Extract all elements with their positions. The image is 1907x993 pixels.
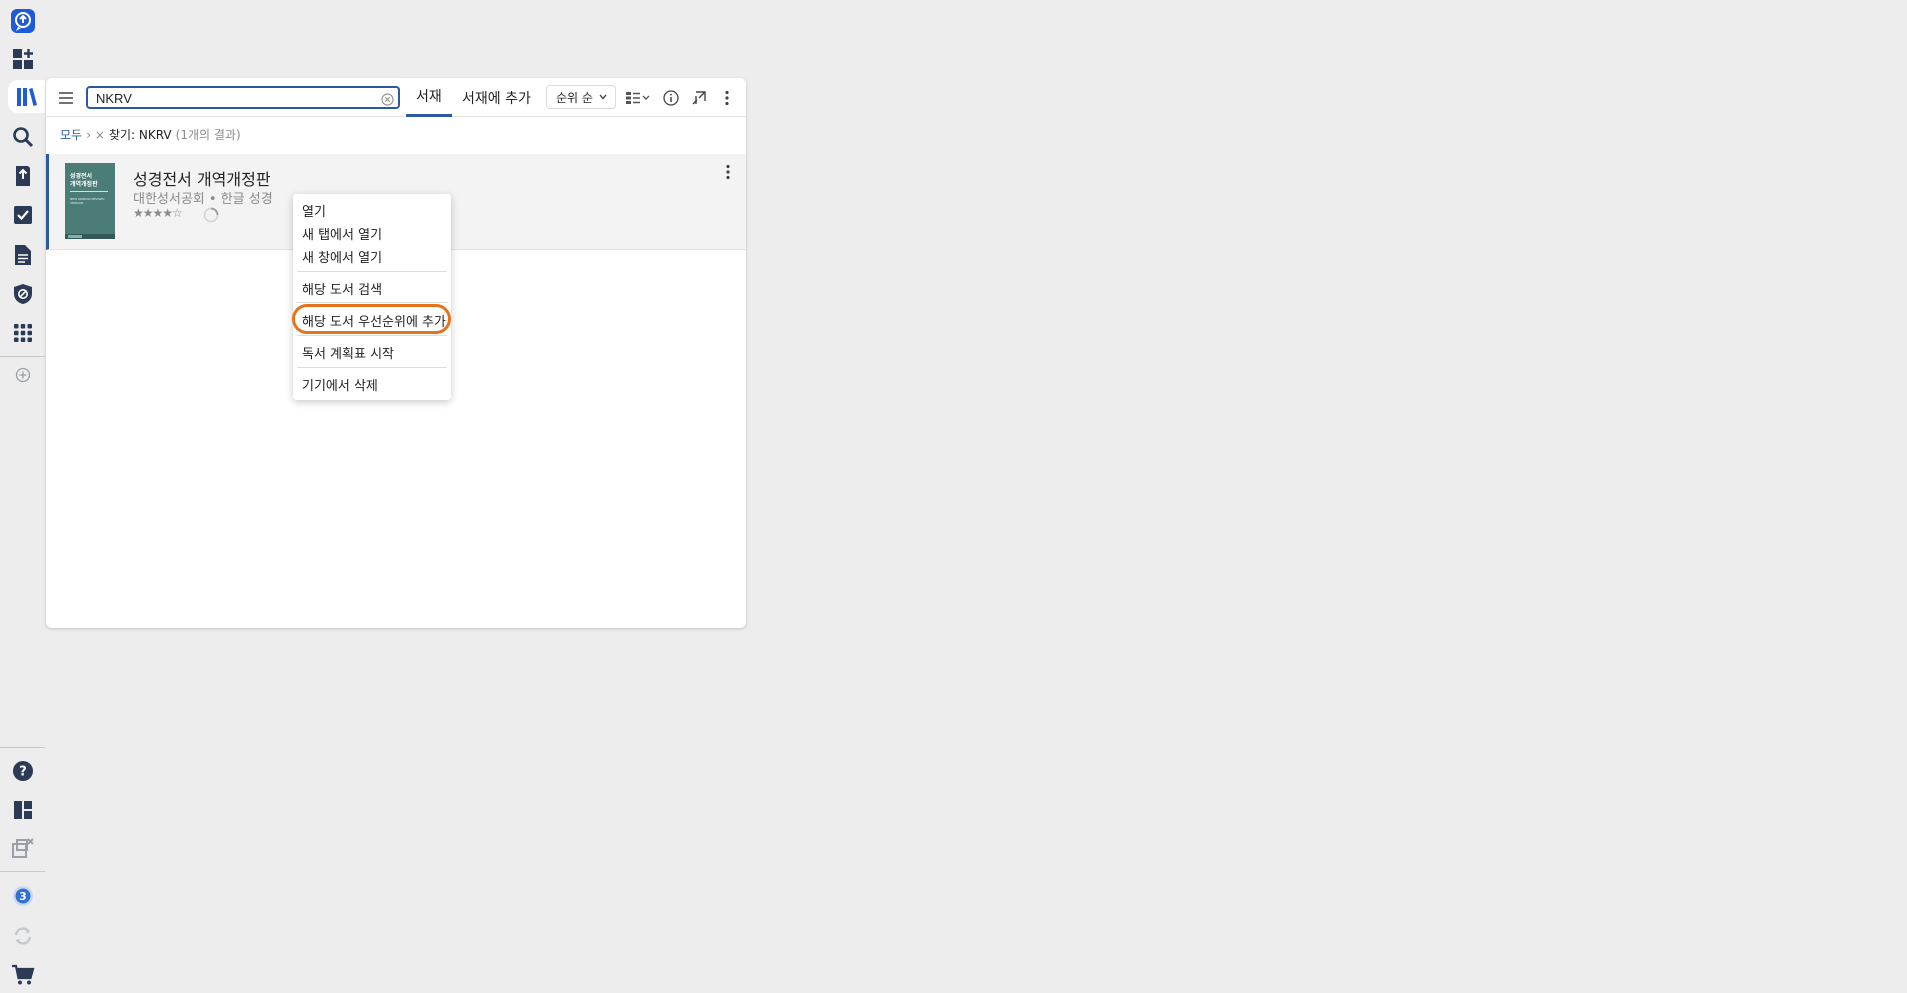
- book-cover: 성경전서 개역개정판 NEW KOREAN REVISED VERSION: [65, 163, 115, 239]
- library-icon[interactable]: [8, 80, 45, 113]
- menu-divider: [297, 271, 447, 272]
- close-panels-icon[interactable]: [6, 831, 39, 864]
- result-count: (1개의 결과): [175, 128, 241, 142]
- add-panel-icon[interactable]: [6, 42, 39, 75]
- cover-bar-accent: [68, 235, 82, 238]
- menu-divider: [297, 367, 447, 368]
- menu-item-open[interactable]: 열기: [302, 201, 326, 220]
- checklist-icon[interactable]: [6, 198, 39, 231]
- tab-add-to-library[interactable]: 서재에 추가: [452, 78, 541, 117]
- highlight-ring: [292, 304, 451, 334]
- pin-panel-icon[interactable]: [688, 87, 710, 109]
- cover-english: NEW KOREAN REVISED VERSION: [70, 197, 105, 205]
- rail-divider: [0, 747, 45, 748]
- cover-line2: 개역개정판: [70, 181, 98, 188]
- search-input[interactable]: [88, 89, 368, 108]
- sort-label: 순위 순: [556, 90, 593, 105]
- menu-item-open-new-window[interactable]: 새 창에서 열기: [302, 247, 382, 266]
- menu-item-start-reading-plan[interactable]: 독서 계획표 시작: [302, 343, 394, 362]
- list-view-icon: [626, 92, 650, 104]
- remove-filter-icon[interactable]: ×: [95, 128, 105, 142]
- menu-icon[interactable]: [56, 88, 76, 108]
- search-box: [86, 86, 400, 109]
- chevron-down-icon: [599, 94, 607, 100]
- menu-item-remove-from-device[interactable]: 기기에서 삭제: [302, 375, 378, 394]
- more-options-icon[interactable]: [716, 87, 738, 109]
- rail-divider: [0, 871, 45, 872]
- menu-divider: [297, 335, 447, 336]
- breadcrumb-separator: ›: [86, 127, 91, 142]
- breadcrumb-filter: 찾기: NKRV: [108, 128, 172, 142]
- rating-stars[interactable]: ★★★★☆: [133, 206, 183, 220]
- document-icon[interactable]: [6, 238, 39, 271]
- cart-icon[interactable]: [6, 958, 39, 991]
- breadcrumb: 모두 › × 찾기: NKRV (1개의 결과): [60, 126, 241, 143]
- shield-icon[interactable]: [6, 277, 39, 310]
- svg-text:?: ?: [19, 764, 27, 779]
- info-icon[interactable]: [660, 87, 682, 109]
- notification-icon[interactable]: 3: [6, 879, 39, 912]
- breadcrumb-root[interactable]: 모두: [60, 126, 82, 143]
- loading-spinner-icon: [203, 207, 219, 223]
- rail-divider: [0, 356, 45, 357]
- menu-item-search-book[interactable]: 해당 도서 검색: [302, 279, 382, 298]
- book-subtitle: 대한성서공회 • 한글 성경: [133, 192, 273, 207]
- clear-search-icon[interactable]: [381, 91, 394, 106]
- menu-divider: [297, 302, 447, 303]
- tab-library[interactable]: 서재: [406, 78, 452, 117]
- logos-logo-icon[interactable]: [6, 4, 39, 37]
- apps-grid-icon[interactable]: [6, 316, 39, 349]
- context-menu: 열기 새 탭에서 열기 새 창에서 열기 해당 도서 검색 해당 도서 우선순위…: [293, 194, 451, 400]
- help-icon[interactable]: ?: [6, 754, 39, 787]
- row-more-options-icon[interactable]: [718, 162, 738, 182]
- library-toolbar: 서재 서재에 추가 순위 순: [46, 78, 746, 117]
- cover-rule: [70, 191, 108, 192]
- menu-item-open-new-tab[interactable]: 새 탭에서 열기: [302, 224, 382, 243]
- left-rail: ? 3: [0, 0, 45, 993]
- notification-count: 3: [19, 890, 27, 903]
- sync-icon[interactable]: [6, 919, 39, 952]
- upload-icon[interactable]: [6, 159, 39, 192]
- add-circle-icon[interactable]: [6, 358, 39, 391]
- sort-dropdown[interactable]: 순위 순: [546, 85, 616, 109]
- book-title: 성경전서 개역개정판: [133, 170, 271, 189]
- view-mode-button[interactable]: [624, 87, 654, 109]
- layout-icon[interactable]: [6, 793, 39, 826]
- search-icon[interactable]: [6, 120, 39, 153]
